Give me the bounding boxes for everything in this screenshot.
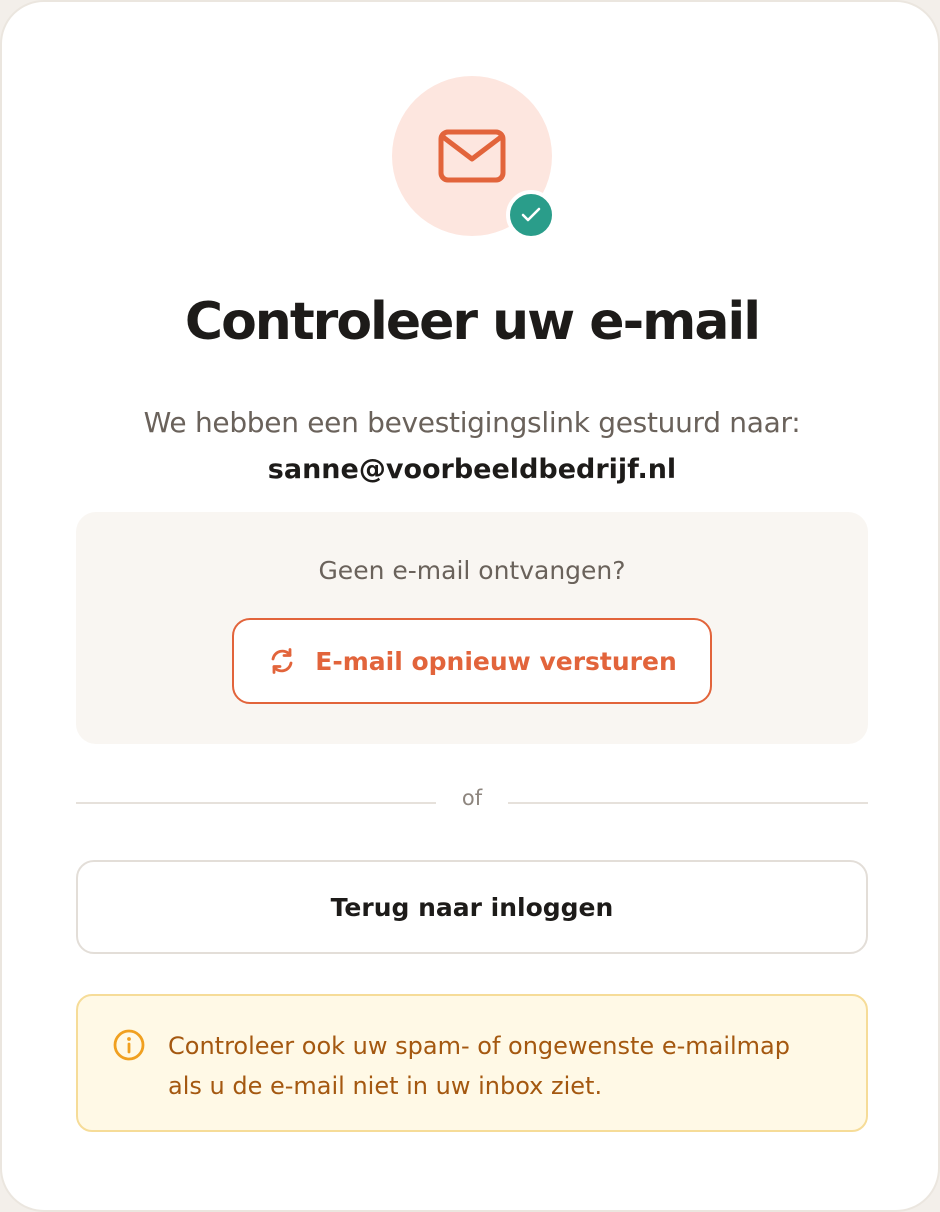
email-status-illustration <box>392 76 556 240</box>
spam-notice-text: Controleer ook uw spam- of ongewenste e-… <box>168 1032 790 1100</box>
resend-email-label: E-mail opnieuw versturen <box>315 646 677 676</box>
back-to-login-button[interactable]: Terug naar inloggen <box>76 860 868 954</box>
check-icon <box>521 207 541 222</box>
info-icon <box>113 1029 145 1061</box>
resend-email-button[interactable]: E-mail opnieuw versturen <box>232 618 712 704</box>
recipient-email: sanne@voorbeeldbedrijf.nl <box>267 454 677 485</box>
envelope-icon <box>438 129 506 183</box>
back-to-login-label: Terug naar inloggen <box>330 892 614 922</box>
verification-card: Controleer uw e-mail We hebben een beves… <box>0 0 940 1212</box>
spam-notice: Controleer ook uw spam- of ongewenste e-… <box>76 994 868 1132</box>
divider-line-left <box>76 802 436 804</box>
page-title: Controleer uw e-mail <box>184 292 761 352</box>
resend-panel: Geen e-mail ontvangen? E-mail opnieuw ve… <box>76 512 868 744</box>
or-divider: of <box>76 786 868 820</box>
confirmation-message: We hebben een bevestigingslink gestuurd … <box>143 406 801 439</box>
success-badge <box>506 190 556 240</box>
refresh-icon <box>267 646 297 676</box>
resend-question: Geen e-mail ontvangen? <box>318 556 626 585</box>
divider-line-right <box>508 802 868 804</box>
divider-label: of <box>461 786 483 810</box>
